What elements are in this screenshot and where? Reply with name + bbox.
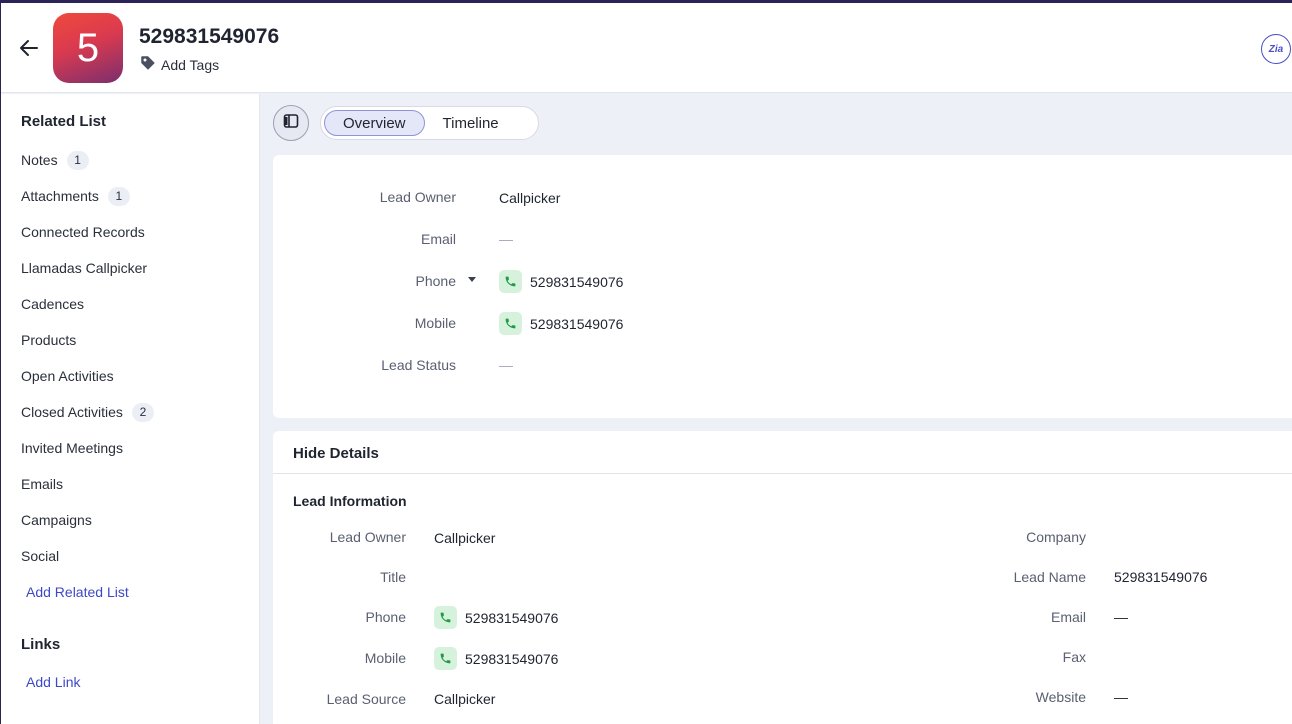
add-tags-label: Add Tags xyxy=(161,56,220,73)
lead-source-value[interactable]: Callpicker xyxy=(434,691,495,707)
sidebar-item-attachments[interactable]: Attachments 1 xyxy=(21,186,130,206)
lead-status-value: — xyxy=(499,357,513,373)
sidebar-item-cadences[interactable]: Cadences xyxy=(21,294,84,314)
mobile-value[interactable]: 529831549076 xyxy=(499,312,623,335)
field-label: Email xyxy=(1050,609,1086,625)
toggle-sidebar-button[interactable] xyxy=(273,105,309,141)
tag-icon xyxy=(139,54,157,75)
section-title: Lead Information xyxy=(293,493,407,509)
email-value: — xyxy=(499,231,513,247)
field-label: Lead Status xyxy=(381,357,456,373)
field-label: Lead Source xyxy=(326,691,406,707)
phone-call-icon[interactable] xyxy=(434,606,457,629)
add-link-link[interactable]: Add Link xyxy=(26,674,80,690)
tab-overview[interactable]: Overview xyxy=(324,110,425,136)
sidebar-item-products[interactable]: Products xyxy=(21,330,76,350)
sidebar-item-emails[interactable]: Emails xyxy=(21,474,63,494)
field-label: Fax xyxy=(1062,649,1086,665)
count-badge: 2 xyxy=(131,402,154,422)
field-label: Company xyxy=(1026,529,1086,545)
links-heading: Links xyxy=(21,636,61,653)
field-label: Mobile xyxy=(414,315,456,331)
details-card: Hide Details Lead Information Lead Owner… xyxy=(273,431,1292,724)
phone-call-icon[interactable] xyxy=(499,312,522,335)
lead-owner-value[interactable]: Callpicker xyxy=(434,530,495,546)
sidebar-item-open-activities[interactable]: Open Activities xyxy=(21,366,114,386)
phone-dropdown-caret-icon[interactable] xyxy=(468,277,476,282)
overview-card: Lead Owner Callpicker Email — Phone 5298… xyxy=(273,155,1292,418)
sidebar-item-campaigns[interactable]: Campaigns xyxy=(21,510,92,530)
phone-value[interactable]: 529831549076 xyxy=(499,270,623,293)
divider xyxy=(273,473,1292,474)
related-list-sidebar: Related List Notes 1 Attachments 1 Conne… xyxy=(1,94,260,724)
add-tags-button[interactable]: Add Tags xyxy=(139,54,219,75)
website-value[interactable]: — xyxy=(1114,689,1128,705)
sidebar-item-closed-activities[interactable]: Closed Activities 2 xyxy=(21,402,154,422)
lead-owner-value[interactable]: Callpicker xyxy=(499,190,560,206)
phone-value[interactable]: 529831549076 xyxy=(434,606,558,629)
back-arrow-icon[interactable] xyxy=(17,36,41,60)
record-title: 529831549076 xyxy=(139,25,280,48)
phone-call-icon[interactable] xyxy=(434,647,457,670)
mobile-value[interactable]: 529831549076 xyxy=(434,647,558,670)
field-label: Phone xyxy=(365,609,406,625)
field-label: Lead Owner xyxy=(329,529,406,545)
sidebar-item-llamadas-callpicker[interactable]: Llamadas Callpicker xyxy=(21,258,147,278)
tab-timeline[interactable]: Timeline xyxy=(425,110,517,136)
view-tabs: Overview Timeline xyxy=(320,106,539,140)
hide-details-toggle[interactable]: Hide Details xyxy=(293,445,379,462)
sidebar-item-connected-records[interactable]: Connected Records xyxy=(21,222,145,242)
zia-assistant-icon[interactable]: Zia xyxy=(1261,34,1291,64)
panel-toggle-icon xyxy=(283,113,299,134)
field-label: Title xyxy=(380,569,406,585)
record-avatar: 5 xyxy=(53,13,123,83)
related-list-heading: Related List xyxy=(21,113,107,130)
sidebar-item-notes[interactable]: Notes 1 xyxy=(21,150,89,170)
field-label: Lead Name xyxy=(1013,569,1086,585)
sidebar-item-invited-meetings[interactable]: Invited Meetings xyxy=(21,438,123,458)
record-header: 5 529831549076 Add Tags Zia xyxy=(1,3,1292,93)
count-badge: 1 xyxy=(66,150,89,170)
field-label: Mobile xyxy=(364,650,406,666)
field-label: Phone xyxy=(415,273,456,289)
add-related-list-link[interactable]: Add Related List xyxy=(26,584,129,600)
field-label: Lead Owner xyxy=(379,189,456,205)
count-badge: 1 xyxy=(107,186,130,206)
field-label: Website xyxy=(1035,689,1086,705)
sidebar-item-social[interactable]: Social xyxy=(21,546,59,566)
email-value[interactable]: — xyxy=(1114,609,1128,625)
phone-call-icon[interactable] xyxy=(499,270,522,293)
lead-name-value[interactable]: 529831549076 xyxy=(1114,569,1207,585)
field-label: Email xyxy=(420,231,456,247)
